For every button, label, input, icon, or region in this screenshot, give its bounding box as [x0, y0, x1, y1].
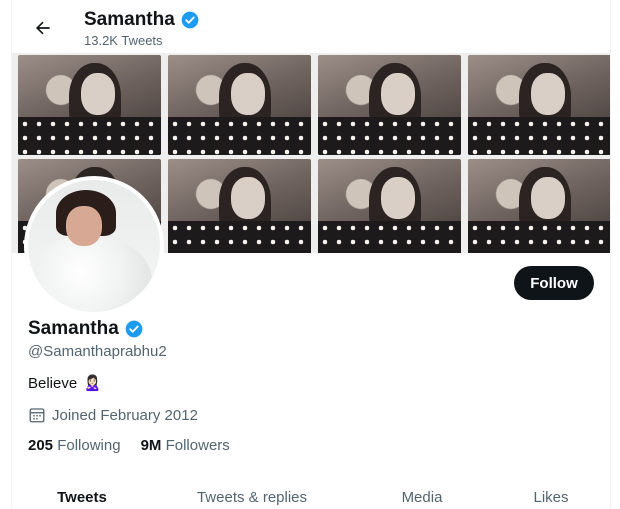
following-count: 205	[28, 437, 54, 454]
following-label: Following	[57, 437, 121, 454]
right-border	[610, 0, 611, 509]
following-link[interactable]: 205 Following	[28, 437, 121, 454]
profile-name-row: Samantha	[28, 318, 144, 340]
avatar[interactable]	[24, 176, 164, 316]
tab-likes[interactable]: Likes	[492, 476, 610, 509]
joined-text: Joined February 2012	[52, 406, 198, 424]
verified-badge-icon	[181, 11, 199, 29]
followers-label: Followers	[165, 437, 230, 454]
banner-photo-tile	[318, 159, 461, 253]
tab-tweets[interactable]: Tweets	[12, 476, 152, 509]
calendar-icon	[29, 408, 45, 423]
avatar-image	[28, 180, 160, 312]
followers-link[interactable]: 9M Followers	[141, 437, 230, 454]
banner-photo-tile	[318, 55, 461, 155]
banner-photo-tile	[18, 55, 161, 155]
banner-photo-tile	[168, 55, 311, 155]
header-title: Samantha	[84, 9, 200, 31]
tab-media[interactable]: Media	[352, 476, 492, 509]
header-tweet-count: 13.2K Tweets	[84, 33, 163, 48]
banner-photo-tile	[468, 159, 610, 253]
profile-name: Samantha	[28, 318, 119, 339]
followers-count: 9M	[140, 437, 162, 454]
back-button[interactable]	[26, 11, 60, 45]
bio-text: Believe	[28, 374, 78, 392]
arrow-left-icon	[36, 21, 50, 35]
bio-emoji: 🙎🏻‍♀️	[83, 375, 102, 392]
verified-badge-icon	[125, 320, 143, 338]
profile-handle: @Samanthaprabhu2	[28, 343, 167, 360]
joined-date: Joined February 2012	[28, 406, 198, 424]
tab-tweets-and-replies[interactable]: Tweets & replies	[152, 476, 352, 509]
profile-tabs: Tweets Tweets & replies Media Likes	[12, 476, 610, 509]
profile-bio: Believe 🙎🏻‍♀️	[28, 374, 102, 393]
header-name: Samantha	[84, 9, 175, 30]
banner-photo-tile	[468, 55, 610, 155]
profile-stats: 205 Following 9M Followers	[28, 437, 230, 454]
banner-photo-tile	[168, 159, 311, 253]
follow-button[interactable]: Follow	[514, 266, 594, 300]
profile-header: Samantha 13.2K Tweets	[12, 0, 610, 53]
